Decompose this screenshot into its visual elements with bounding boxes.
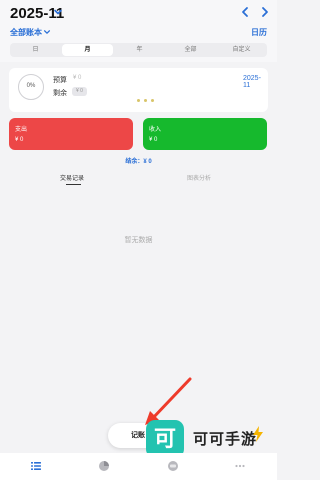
pager-dot: [137, 99, 140, 102]
lightning-icon: [253, 426, 263, 442]
all-books-selector[interactable]: 全部账本: [10, 27, 42, 38]
list-icon[interactable]: [30, 460, 42, 472]
more-icon[interactable]: [234, 460, 246, 472]
tab-analysis[interactable]: 图表分析: [187, 173, 211, 182]
period-all[interactable]: 全部: [165, 43, 216, 57]
wallet-icon[interactable]: [167, 460, 179, 472]
period-day[interactable]: 日: [10, 43, 61, 57]
header: 2025-11 全部账本 日历 日 月 年 全部 自定义: [0, 0, 277, 62]
chevron-down-icon[interactable]: [43, 28, 51, 36]
bottom-nav: [0, 453, 277, 480]
period-year[interactable]: 年: [114, 43, 165, 57]
income-value: ¥ 0: [149, 137, 158, 143]
income-label: 收入: [149, 127, 162, 133]
budget-label: 预算: [53, 77, 67, 84]
income-tile[interactable]: 收入 ¥ 0: [143, 118, 267, 150]
period-segmented-control: 日 月 年 全部 自定义: [10, 43, 267, 57]
calendar-button[interactable]: 日历: [251, 27, 267, 38]
budget-progress-ring: 0%: [18, 74, 44, 100]
expense-tile[interactable]: 支出 ¥ 0: [9, 118, 133, 150]
pager-dot: [144, 99, 147, 102]
budget-date: 2025-11: [243, 75, 261, 89]
pie-chart-icon[interactable]: [98, 460, 110, 472]
remaining-label: 剩余: [53, 90, 67, 97]
expense-label: 支出: [15, 127, 28, 133]
chevron-down-icon[interactable]: [53, 7, 63, 17]
expense-value: ¥ 0: [15, 137, 24, 143]
tab-records[interactable]: 交易记录: [60, 173, 84, 182]
period-custom[interactable]: 自定义: [216, 43, 267, 57]
chevron-right-icon[interactable]: [260, 6, 270, 18]
balance-text: 结余：¥ 0: [125, 159, 152, 165]
remaining-value: ¥ 0: [72, 87, 87, 96]
period-month[interactable]: 月: [62, 44, 113, 56]
watermark-text: 可可手游: [193, 431, 258, 448]
budget-card[interactable]: 0% 预算 ¥ 0 剩余 ¥ 0 2025-11: [9, 68, 268, 112]
budget-value: ¥ 0: [73, 75, 82, 81]
empty-state-text: 暂无数据: [124, 237, 153, 244]
pager-dot: [151, 99, 154, 102]
chevron-left-icon[interactable]: [240, 6, 250, 18]
active-tab-indicator: [66, 184, 81, 185]
pager-dots: [137, 99, 154, 102]
